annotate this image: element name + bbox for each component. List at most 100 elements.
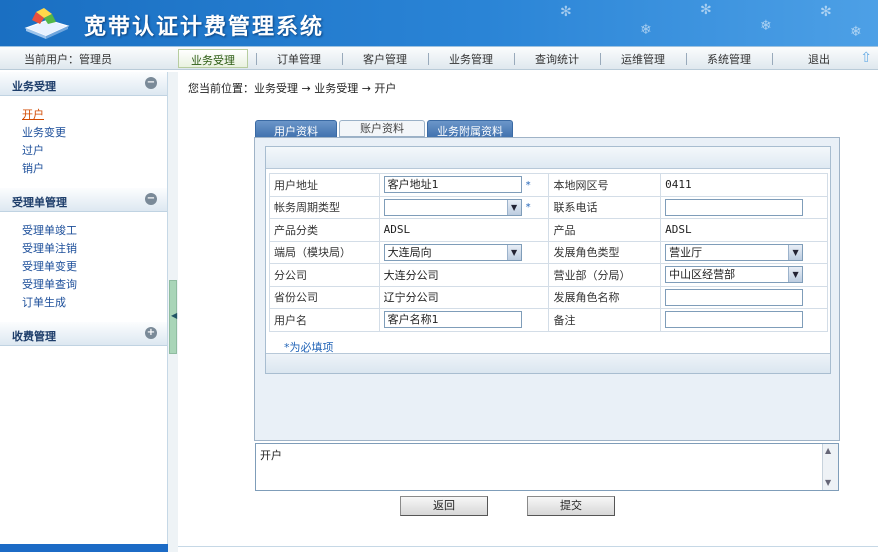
nav-separator	[256, 53, 257, 65]
snowflake-decoration-icon: ❄	[760, 18, 772, 34]
branch-value: 大连分公司	[378, 263, 550, 287]
memo-text: 开户	[260, 449, 282, 462]
nav-separator	[428, 53, 429, 65]
tab-user-info[interactable]: 用户资料	[255, 120, 337, 138]
splitter-handle[interactable]: ◀	[169, 280, 177, 354]
dev-role-type-select[interactable]: 营业厅 ▼	[665, 243, 804, 261]
nav-order-manage[interactable]: 订单管理	[264, 51, 334, 67]
account-form-table: 用户地址 客户地址1 * 本地网区号 0411 帐务周期类型 ▼ * 联系电话 产品…	[269, 173, 828, 332]
sidebar-item-open-account[interactable]: 开户	[22, 106, 167, 124]
app-header: 宽带认证计费管理系统 ✻ ❄ ✻ ❄ ✻ ❄	[0, 0, 878, 46]
sidebar-section-business[interactable]: 业务受理 −	[0, 72, 167, 96]
submit-button[interactable]: 提交	[527, 496, 615, 516]
billing-cycle-label: 帐务周期类型	[269, 195, 380, 219]
memo-textarea[interactable]: 开户 ▲ ▼	[255, 443, 839, 491]
snowflake-decoration-icon: ✻	[560, 4, 572, 20]
username-input[interactable]: 客户名称1	[383, 311, 522, 329]
nav-separator	[686, 53, 687, 65]
nav-separator	[342, 53, 343, 65]
nav-business-accept[interactable]: 业务受理	[178, 49, 248, 68]
local-area-value: 0411	[660, 173, 828, 197]
sidebar-item-order-query[interactable]: 受理单查询	[22, 276, 167, 294]
user-address-input[interactable]: 客户地址1	[383, 176, 522, 194]
username-label: 用户名	[269, 308, 380, 332]
nav-separator	[514, 53, 515, 65]
top-nav: 当前用户：管理员 业务受理 订单管理 客户管理 业务管理 查询统计 运维管理 系…	[0, 46, 878, 70]
form-inner: 用户地址 客户地址1 * 本地网区号 0411 帐务周期类型 ▼ * 联系电话 产品…	[265, 146, 831, 374]
remark-label: 备注	[548, 308, 662, 332]
memo-scrollbar[interactable]: ▲ ▼	[822, 444, 838, 490]
dropdown-arrow-icon[interactable]: ▼	[788, 267, 803, 283]
snowflake-decoration-icon: ✻	[700, 2, 712, 18]
phone-label: 联系电话	[548, 195, 662, 219]
nav-customer-manage[interactable]: 客户管理	[350, 51, 420, 67]
sidebar: 业务受理 − 开户 业务变更 过户 销户 受理单管理 − 受理单竣工 受理单注销…	[0, 72, 168, 552]
nav-service-manage[interactable]: 业务管理	[436, 51, 506, 67]
dev-role-name-input[interactable]	[665, 288, 804, 306]
collapse-up-icon[interactable]: ⇧	[860, 50, 872, 66]
collapse-icon[interactable]: −	[145, 193, 157, 205]
dropdown-arrow-icon[interactable]: ▼	[506, 199, 521, 215]
collapse-left-icon[interactable]: ◀	[171, 311, 177, 320]
tab-attached-info[interactable]: 业务附属资料	[427, 120, 513, 138]
sidebar-section-billing[interactable]: 收费管理 +	[0, 322, 167, 346]
sidebar-splitter[interactable]: ◀	[168, 72, 178, 552]
sidebar-section-title: 受理单管理	[12, 196, 67, 209]
collapse-icon[interactable]: −	[145, 77, 157, 89]
app-title: 宽带认证计费管理系统	[84, 15, 325, 40]
product-class-value: ADSL	[378, 218, 550, 242]
scroll-down-icon[interactable]: ▼	[825, 478, 831, 487]
breadcrumb: 您当前位置：业务受理 → 业务受理 → 开户	[188, 82, 397, 95]
sidebar-item-transfer[interactable]: 过户	[22, 142, 167, 160]
province-value: 辽宁分公司	[378, 285, 550, 309]
sidebar-item-order-complete[interactable]: 受理单竣工	[22, 222, 167, 240]
product-value: ADSL	[660, 218, 828, 242]
office-label: 端局（模块局）	[269, 240, 380, 264]
snowflake-decoration-icon: ❄	[850, 24, 862, 40]
required-star: *	[525, 202, 531, 214]
province-label: 省份公司	[269, 285, 380, 309]
dev-role-type-label: 发展角色类型	[548, 240, 662, 264]
nav-logout[interactable]: 退出	[786, 51, 852, 67]
nav-query-stats[interactable]: 查询统计	[522, 51, 592, 67]
required-star: *	[525, 179, 531, 191]
back-button[interactable]: 返回	[400, 496, 488, 516]
sidebar-section-title: 收费管理	[12, 330, 56, 343]
tab-account-info[interactable]: 账户资料	[339, 120, 425, 137]
business-dept-select[interactable]: 中山区经营部 ▼	[665, 266, 804, 284]
dev-role-name-label: 发展角色名称	[548, 285, 662, 309]
sidebar-section-order[interactable]: 受理单管理 −	[0, 188, 167, 212]
snowflake-decoration-icon: ❄	[640, 22, 652, 38]
sidebar-item-order-change[interactable]: 受理单变更	[22, 258, 167, 276]
nav-separator	[600, 53, 601, 65]
sidebar-section-title: 业务受理	[12, 80, 56, 93]
branch-label: 分公司	[269, 263, 380, 287]
sidebar-item-order-generate[interactable]: 订单生成	[22, 294, 167, 312]
dropdown-arrow-icon[interactable]: ▼	[788, 244, 803, 260]
form-tabs: 用户资料 账户资料 业务附属资料	[255, 120, 513, 138]
form-panel: 用户地址 客户地址1 * 本地网区号 0411 帐务周期类型 ▼ * 联系电话 产品…	[254, 137, 840, 441]
dev-role-type-value: 营业厅	[669, 245, 703, 259]
office-value: 大连局向	[387, 245, 432, 259]
sidebar-item-close-account[interactable]: 销户	[22, 160, 167, 178]
expand-icon[interactable]: +	[145, 327, 157, 339]
billing-cycle-select[interactable]: ▼	[383, 198, 522, 216]
nav-system-manage[interactable]: 系统管理	[694, 51, 764, 67]
user-address-label: 用户地址	[269, 173, 380, 197]
sidebar-item-business-change[interactable]: 业务变更	[22, 124, 167, 142]
remark-input[interactable]	[665, 311, 804, 329]
current-user: 当前用户：管理员	[24, 53, 112, 66]
business-dept-label: 营业部（分局）	[548, 263, 662, 287]
dropdown-arrow-icon[interactable]: ▼	[506, 244, 521, 260]
product-label: 产品	[548, 218, 662, 242]
scroll-up-icon[interactable]: ▲	[825, 446, 831, 455]
snowflake-decoration-icon: ✻	[820, 4, 832, 20]
form-footer-band	[266, 353, 830, 373]
local-area-label: 本地网区号	[548, 173, 662, 197]
business-dept-value: 中山区经营部	[669, 268, 736, 282]
nav-ops-manage[interactable]: 运维管理	[608, 51, 678, 67]
phone-input[interactable]	[665, 198, 804, 216]
office-select[interactable]: 大连局向 ▼	[383, 243, 522, 261]
sidebar-item-order-cancel[interactable]: 受理单注销	[22, 240, 167, 258]
sidebar-footer-bar	[0, 544, 168, 552]
